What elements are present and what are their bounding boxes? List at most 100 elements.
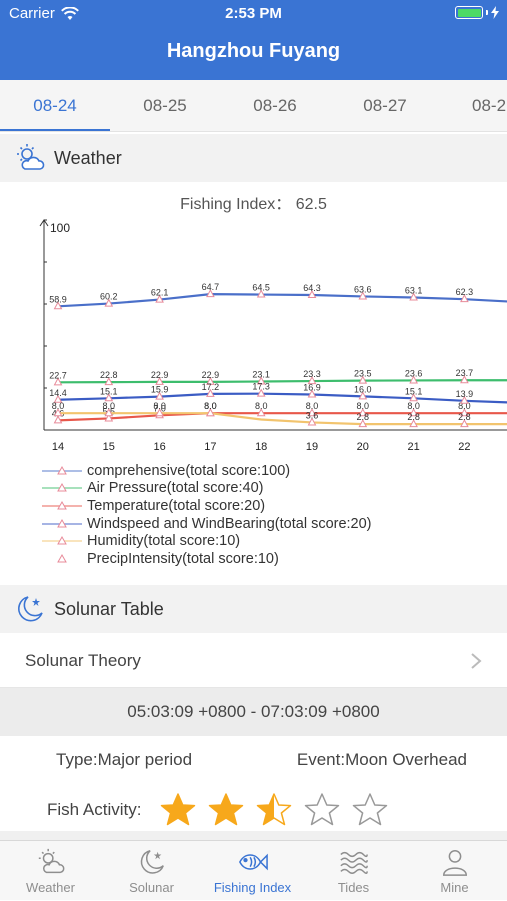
person-icon [442,850,467,876]
x-tick-label: 16 [153,441,165,453]
data-label: 8.0 [52,401,65,411]
data-label: 8.0 [357,401,370,411]
x-tick-label: 18 [255,441,267,453]
data-label: 15.9 [151,385,169,395]
legend-label: Humidity(total score:10) [87,533,241,550]
tab-date-2[interactable]: 08-26 [220,80,330,131]
series-line-4 [58,412,507,426]
data-label: 22.7 [49,370,67,380]
data-label: 58.9 [49,294,67,304]
legend-label: comprehensive(total score:100) [87,462,291,479]
legend-label: Windspeed and WindBearing(total score:20… [87,515,372,532]
star-icon [305,793,340,826]
app-header: Carrier 2:53 PM Hangzhou Fuyang [0,0,507,80]
fishing-index-chart: 100141516171819202122258.960.262.164.764… [39,219,507,453]
legend-label: Temperature(total score:20) [87,497,266,514]
x-tick-label: 21 [407,441,419,453]
data-label: 15.1 [405,386,423,396]
tabbar-fishing-index-label: Fishing Index [213,880,292,895]
tab-date-4[interactable]: 08-2 [440,80,507,131]
data-label: 8.0 [255,401,268,411]
tab-date-1[interactable]: 08-25 [110,80,220,131]
data-label: 64.7 [202,282,220,292]
data-label: 23.5 [354,369,372,379]
battery-icon [455,6,499,19]
fish-activity-label: Fish Activity: [47,800,142,819]
x-tick-label: 17 [204,441,216,453]
solunar-theory-row[interactable]: Solunar Theory [0,634,507,688]
chart-legend: comprehensive(total score:100) Air Pressu… [42,462,372,568]
data-label: 64.3 [303,283,321,293]
data-label: 23.6 [405,368,423,378]
tabbar-fishing-index[interactable]: Fishing Index [202,841,303,901]
series-line-3 [57,392,507,404]
page-title: Hangzhou Fuyang [166,40,341,62]
data-label: 8.0 [103,401,116,411]
legend-item: Humidity(total score:10) [42,532,372,550]
tides-icon [339,851,368,874]
legend-swatch [42,518,82,528]
data-label: 8.0 [204,401,217,411]
period-event: Event:Moon Overhead [296,750,467,769]
star-icon [161,793,196,826]
legend-label: PrecipIntensity(total score:10) [87,550,279,567]
weather-section-label: Weather [54,147,122,168]
data-label: 17.3 [252,382,270,392]
date-tabs: 08-24 08-25 08-26 08-27 08-2 [0,80,507,132]
legend-label: Air Pressure(total score:40) [87,480,264,497]
data-label: 2.8 [357,412,370,422]
legend-item: PrecipIntensity(total score:10) [42,550,372,568]
star-icon [257,793,292,826]
x-tick-label: 15 [103,441,115,453]
data-label: 15.1 [100,386,118,396]
data-label: 60.2 [100,292,118,302]
star-icon [209,793,244,826]
data-label: 23.7 [456,368,474,378]
y-axis-label: 100 [50,221,70,235]
x-tick-label: 20 [357,441,369,453]
status-bar: Carrier 2:53 PM [0,0,507,28]
legend-item: Air Pressure(total score:40) [42,480,372,498]
tabbar-mine[interactable]: Mine [404,841,505,901]
legend-swatch [42,500,82,510]
tabbar-solunar-label: Solunar [129,880,174,895]
data-label: 22.9 [151,370,169,380]
fish-icon [238,853,268,871]
divider [0,831,507,840]
data-label: 63.1 [405,285,423,295]
data-label: 63.6 [354,284,372,294]
legend-item: comprehensive(total score:100) [42,462,372,480]
tabbar-weather[interactable]: Weather [0,841,101,901]
data-label: 22.9 [202,370,220,380]
series-line-1 [57,379,507,384]
tabbar-tides[interactable]: Tides [303,841,404,901]
tab-date-0[interactable]: 08-24 [0,80,110,131]
tabbar-weather-label: Weather [26,880,75,895]
data-label: 8.0 [153,401,166,411]
data-label: 62.3 [456,287,474,297]
data-label: 22.8 [100,370,118,380]
weather-icon [38,848,64,874]
data-label: 23.1 [252,369,270,379]
legend-swatch [42,536,82,545]
fish-activity: Fish Activity: [47,790,389,830]
moon-icon [140,850,164,874]
legend-swatch [42,465,82,475]
tabbar-solunar[interactable]: Solunar [101,841,202,901]
chevron-right-icon [471,653,482,669]
moon-icon [18,596,43,622]
status-time: 2:53 PM [225,5,282,22]
solunar-section-header: Solunar Table [0,585,507,633]
tabbar-tides-label: Tides [337,880,370,895]
tab-date-3[interactable]: 08-27 [330,80,440,131]
data-label: 16.9 [303,383,321,393]
period-time-range: 05:03:09 +0800 - 07:03:09 +0800 [0,688,507,736]
data-label: 23.3 [303,369,321,379]
legend-item: Windspeed and WindBearing(total score:20… [42,515,372,533]
tabbar-mine-label: Mine [440,880,469,895]
solunar-theory-label: Solunar Theory [25,650,141,670]
data-label: 2.8 [458,412,471,422]
period-type: Type:Major period [56,750,193,769]
data-label: 3.6 [306,410,319,420]
x-tick-label: 14 [52,441,64,453]
